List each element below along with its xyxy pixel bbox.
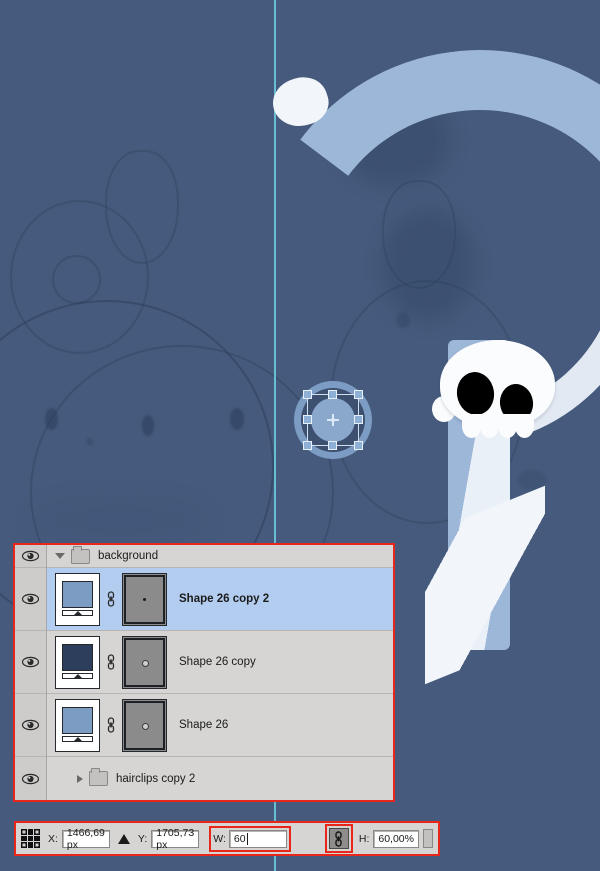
layer-row-partial[interactable] [47, 801, 393, 802]
y-input[interactable]: 1705,73 px [151, 827, 200, 851]
layer-thumbnail[interactable] [77, 801, 122, 802]
x-label: X: [48, 832, 58, 845]
layer-row-shape-26-copy[interactable]: Shape 26 copy [47, 631, 393, 694]
transform-handle-w[interactable] [303, 415, 312, 424]
visibility-cell-partial[interactable] [15, 801, 46, 802]
layer-visibility-column[interactable] [15, 545, 47, 800]
folder-icon [71, 545, 90, 564]
chain-link-icon [335, 830, 343, 847]
transform-handle-e[interactable] [354, 415, 363, 424]
layer-name: hairclips copy 2 [116, 772, 196, 785]
layer-name: Shape 26 copy 2 [179, 593, 270, 605]
chevron-down-icon[interactable] [55, 553, 65, 559]
options-bar-scroll-end[interactable] [423, 829, 433, 848]
free-transform-bounding-box[interactable] [294, 381, 372, 459]
skull-charm [432, 340, 555, 438]
y-label: Y: [137, 832, 148, 845]
transform-handle-nw[interactable] [303, 390, 312, 399]
chevron-right-icon[interactable] [77, 774, 83, 783]
layer-thumbnail[interactable] [55, 572, 100, 626]
transform-handle-n[interactable] [328, 390, 337, 399]
transform-reference-point[interactable] [327, 414, 339, 426]
visibility-cell-group-background[interactable] [15, 545, 46, 568]
transform-handle-s[interactable] [328, 441, 337, 450]
link-icon[interactable] [127, 801, 139, 802]
transform-handle-se[interactable] [354, 441, 363, 450]
eye-icon[interactable] [22, 773, 39, 785]
height-input[interactable]: 60,00% [373, 829, 419, 848]
link-icon[interactable] [105, 716, 117, 734]
layer-row-group-hairclips-copy-2[interactable]: hairclips copy 2 [47, 757, 393, 800]
layers-panel[interactable]: background Shape 26 copy 2 Shape 26 copy… [13, 543, 395, 802]
layer-row-group-background[interactable]: background [47, 545, 393, 568]
transform-handle-sw[interactable] [303, 441, 312, 450]
link-button-highlight [324, 824, 353, 853]
visibility-cell-shape-26[interactable] [15, 694, 46, 757]
w-label: W: [213, 832, 226, 845]
vector-mask-thumbnail[interactable] [149, 801, 194, 802]
eye-icon[interactable] [22, 550, 39, 562]
visibility-cell-hairclips-copy-2[interactable] [15, 757, 46, 800]
layer-name: Shape 26 [179, 719, 229, 731]
layer-rows[interactable]: background Shape 26 copy 2 Shape 26 copy… [47, 545, 393, 800]
vector-mask-thumbnail[interactable] [122, 698, 167, 752]
layer-row-shape-26-copy-2[interactable]: Shape 26 copy 2 [47, 568, 393, 631]
vector-mask-thumbnail[interactable] [122, 635, 167, 689]
link-icon[interactable] [105, 653, 117, 671]
folder-icon [89, 768, 108, 786]
eye-icon[interactable] [22, 719, 39, 731]
ribbon-twist [425, 485, 545, 685]
layer-thumbnail[interactable] [55, 635, 100, 689]
reference-point-grid-icon[interactable] [21, 829, 40, 848]
text-caret [246, 832, 248, 845]
h-label: H: [358, 832, 370, 845]
layer-name: background [98, 550, 159, 562]
layer-row-shape-26[interactable]: Shape 26 [47, 694, 393, 757]
vector-mask-thumbnail[interactable] [122, 572, 167, 626]
eye-icon[interactable] [22, 593, 39, 605]
visibility-cell-shape-26-copy[interactable] [15, 631, 46, 694]
x-input[interactable]: 1466,69 px [61, 827, 110, 851]
transform-handle-ne[interactable] [354, 390, 363, 399]
delta-triangle-icon[interactable] [117, 833, 130, 844]
width-field-highlight: W: 60 [209, 825, 291, 852]
skull-jaw [462, 414, 534, 440]
layer-name: Shape 26 copy [179, 656, 256, 668]
width-value: 60 [233, 832, 246, 845]
visibility-cell-shape-26-copy-2[interactable] [15, 568, 46, 631]
layer-thumbnail[interactable] [55, 698, 100, 752]
maintain-aspect-ratio-button[interactable] [328, 828, 349, 849]
transform-options-bar[interactable]: X: 1466,69 px Y: 1705,73 px W: 60 H: 60,… [14, 821, 440, 856]
eye-icon[interactable] [22, 656, 39, 668]
link-icon[interactable] [105, 590, 117, 608]
width-input[interactable]: 60 [228, 829, 287, 848]
